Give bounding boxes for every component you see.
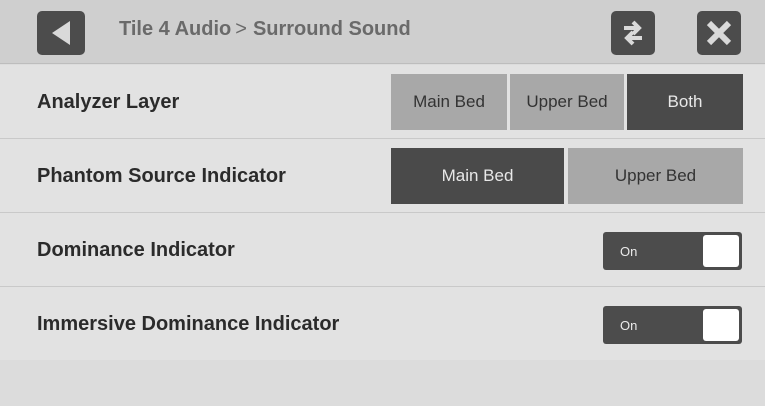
row-analyzer-layer: Analyzer Layer Main Bed Upper Bed Both	[0, 65, 765, 139]
breadcrumb-separator: >	[235, 18, 247, 40]
phantom-source-indicator-label: Phantom Source Indicator	[37, 164, 286, 187]
close-x-icon	[706, 20, 732, 46]
empty-footer-area	[0, 360, 765, 406]
toggle-knob	[703, 235, 739, 267]
row-phantom-source-indicator: Phantom Source Indicator Main Bed Upper …	[0, 139, 765, 213]
analyzer-layer-label: Analyzer Layer	[37, 90, 180, 113]
back-triangle-icon	[52, 21, 70, 45]
toggle-knob	[703, 309, 739, 341]
toggle-state-text: On	[620, 317, 638, 333]
breadcrumb-parent: Tile 4 Audio	[119, 18, 232, 40]
analyzer-layer-both-option[interactable]: Both	[627, 74, 743, 130]
top-bar: Tile 4 Audio > Surround Sound	[0, 0, 765, 64]
dominance-indicator-label: Dominance Indicator	[37, 238, 235, 261]
immersive-dominance-indicator-label: Immersive Dominance Indicator	[37, 312, 340, 335]
breadcrumb-current: Surround Sound	[252, 18, 411, 40]
breadcrumb: Tile 4 Audio > Surround Sound	[119, 18, 411, 41]
swap-button[interactable]	[611, 11, 655, 55]
back-button[interactable]	[37, 11, 85, 55]
toggle-state-text: On	[620, 243, 638, 259]
analyzer-layer-upper-bed-option[interactable]: Upper Bed	[510, 74, 624, 130]
close-button[interactable]	[697, 11, 741, 55]
row-dominance-indicator: Dominance Indicator On	[0, 213, 765, 287]
phantom-source-upper-bed-option[interactable]: Upper Bed	[568, 148, 743, 204]
phantom-source-main-bed-option[interactable]: Main Bed	[391, 148, 564, 204]
row-immersive-dominance-indicator: Immersive Dominance Indicator On	[0, 287, 765, 361]
immersive-dominance-indicator-toggle[interactable]: On	[603, 306, 742, 344]
dominance-indicator-toggle[interactable]: On	[603, 232, 742, 270]
swap-arrows-icon	[624, 20, 642, 46]
analyzer-layer-main-bed-option[interactable]: Main Bed	[391, 74, 507, 130]
